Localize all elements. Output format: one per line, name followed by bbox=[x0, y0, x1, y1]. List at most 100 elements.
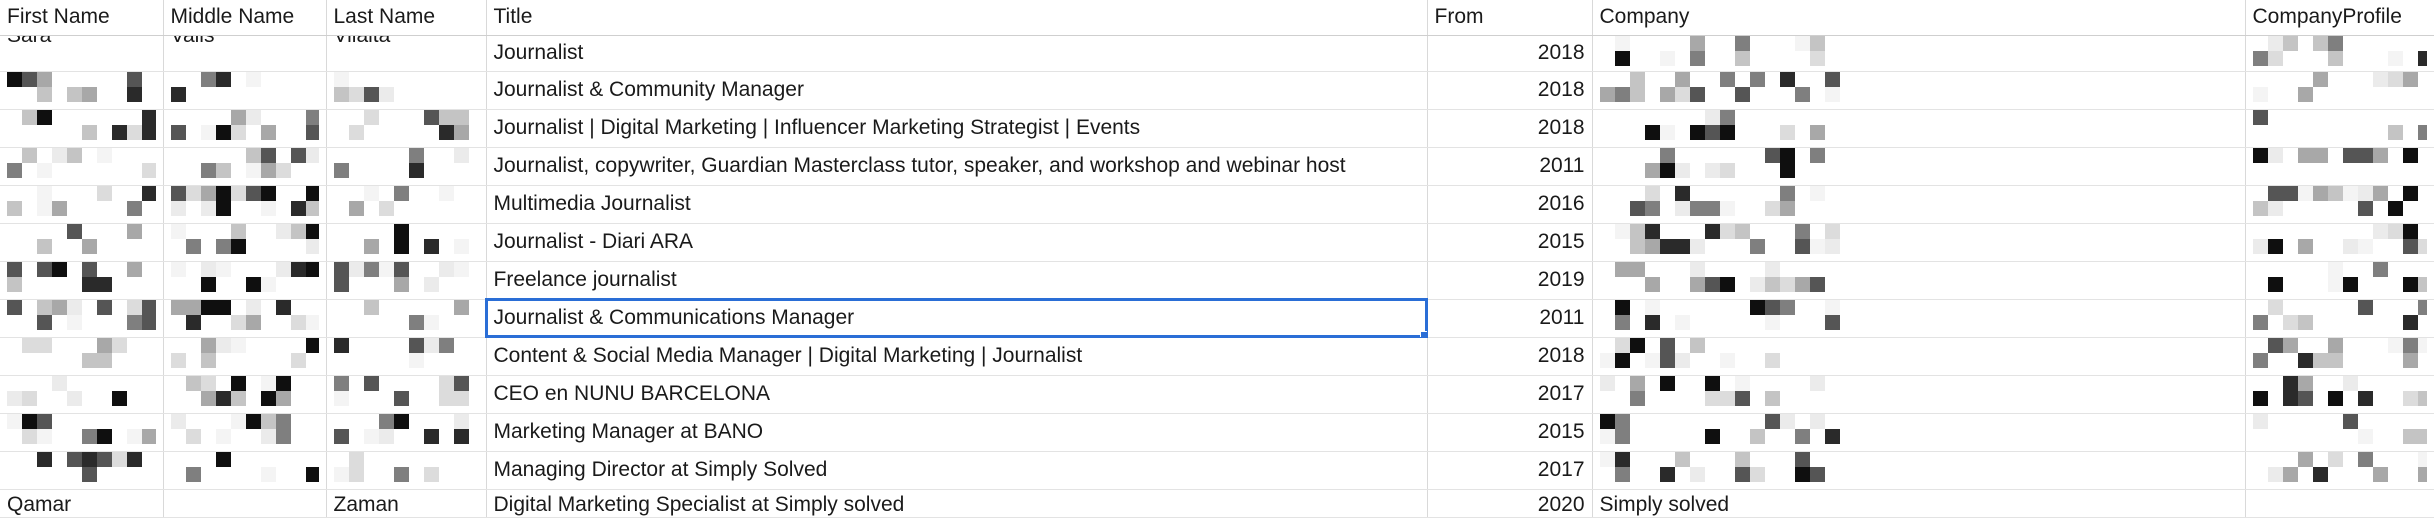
cell-first-name[interactable] bbox=[0, 223, 164, 262]
cell-company-profile[interactable] bbox=[2245, 71, 2434, 110]
column-header-last-name[interactable]: Last Name bbox=[326, 0, 487, 36]
cell-title[interactable]: Journalist - Diari ARA bbox=[486, 223, 1428, 262]
cell-from[interactable]: 2017 bbox=[1427, 451, 1593, 490]
cell-company-profile[interactable] bbox=[2245, 337, 2434, 376]
cell-title[interactable]: Marketing Manager at BANO bbox=[486, 413, 1428, 452]
cell-last-name[interactable] bbox=[326, 185, 487, 224]
cell-last-name[interactable] bbox=[326, 375, 487, 414]
cell-from[interactable]: 2015 bbox=[1427, 413, 1593, 452]
cell-from[interactable]: 2011 bbox=[1427, 147, 1593, 186]
cell-company[interactable] bbox=[1592, 35, 2246, 72]
cell-last-name[interactable] bbox=[326, 337, 487, 376]
cell-company[interactable] bbox=[1592, 109, 2246, 148]
cell-middle-name[interactable] bbox=[163, 109, 327, 148]
cell-title[interactable]: Multimedia Journalist bbox=[486, 185, 1428, 224]
cell-company[interactable] bbox=[1592, 451, 2246, 490]
cell-company[interactable]: Simply solved bbox=[1592, 489, 2246, 518]
column-header-first-name[interactable]: First Name bbox=[0, 0, 164, 36]
cell-first-name[interactable] bbox=[0, 71, 164, 110]
cell-last-name[interactable] bbox=[326, 451, 487, 490]
cell-company-profile[interactable] bbox=[2245, 375, 2434, 414]
cell-title[interactable]: Journalist, copywriter, Guardian Masterc… bbox=[486, 147, 1428, 186]
cell-last-name[interactable] bbox=[326, 413, 487, 452]
column-header-company-profile[interactable]: CompanyProfile bbox=[2245, 0, 2434, 36]
cell-middle-name[interactable] bbox=[163, 147, 327, 186]
cell-title[interactable]: Journalist | Digital Marketing | Influen… bbox=[486, 109, 1428, 148]
cell-company[interactable] bbox=[1592, 71, 2246, 110]
cell-first-name[interactable] bbox=[0, 185, 164, 224]
cell-company-profile[interactable] bbox=[2245, 413, 2434, 452]
cell-from[interactable]: 2020 bbox=[1427, 489, 1593, 518]
cell-middle-name[interactable] bbox=[163, 299, 327, 338]
cell-company[interactable] bbox=[1592, 337, 2246, 376]
cell-middle-name[interactable] bbox=[163, 261, 327, 300]
cell-company[interactable] bbox=[1592, 375, 2246, 414]
cell-first-name[interactable]: Qamar bbox=[0, 489, 164, 518]
cell-company-profile[interactable] bbox=[2245, 223, 2434, 262]
column-header-company[interactable]: Company bbox=[1592, 0, 2246, 36]
column-header-title[interactable]: Title bbox=[486, 0, 1428, 36]
cell-first-name[interactable] bbox=[0, 337, 164, 376]
cell-last-name[interactable] bbox=[326, 223, 487, 262]
cell-company[interactable] bbox=[1592, 147, 2246, 186]
cell-first-name[interactable] bbox=[0, 413, 164, 452]
cell-company[interactable] bbox=[1592, 299, 2246, 338]
cell-first-name[interactable] bbox=[0, 261, 164, 300]
cell-company-profile[interactable] bbox=[2245, 299, 2434, 338]
cell-first-name[interactable] bbox=[0, 375, 164, 414]
column-header-middle-name[interactable]: Middle Name bbox=[163, 0, 327, 36]
cell-first-name[interactable] bbox=[0, 451, 164, 490]
cell-last-name[interactable] bbox=[326, 71, 487, 110]
cell-company[interactable] bbox=[1592, 223, 2246, 262]
cell-company-profile[interactable] bbox=[2245, 147, 2434, 186]
cell-first-name[interactable] bbox=[0, 299, 164, 338]
cell-title[interactable]: Digital Marketing Specialist at Simply s… bbox=[486, 489, 1428, 518]
cell-company[interactable] bbox=[1592, 413, 2246, 452]
cell-from[interactable]: 2018 bbox=[1427, 109, 1593, 148]
cell-from[interactable]: 2011 bbox=[1427, 299, 1593, 338]
cell-from[interactable]: 2018 bbox=[1427, 337, 1593, 376]
cell-first-name[interactable] bbox=[0, 147, 164, 186]
cell-last-name[interactable] bbox=[326, 109, 487, 148]
cell-title[interactable]: Content & Social Media Manager | Digital… bbox=[486, 337, 1428, 376]
cell-middle-name[interactable] bbox=[163, 223, 327, 262]
column-header-from[interactable]: From bbox=[1427, 0, 1593, 36]
fill-handle[interactable] bbox=[1419, 330, 1426, 336]
cell-first-name[interactable]: Sara bbox=[0, 35, 164, 72]
cell-last-name[interactable]: Zaman bbox=[326, 489, 487, 518]
cell-from[interactable]: 2015 bbox=[1427, 223, 1593, 262]
cell-middle-name[interactable] bbox=[163, 71, 327, 110]
cell-company[interactable] bbox=[1592, 185, 2246, 224]
cell-title[interactable]: Managing Director at Simply Solved bbox=[486, 451, 1428, 490]
cell-company[interactable] bbox=[1592, 261, 2246, 300]
cell-from[interactable]: 2017 bbox=[1427, 375, 1593, 414]
cell-middle-name[interactable] bbox=[163, 451, 327, 490]
cell-middle-name[interactable] bbox=[163, 185, 327, 224]
cell-title[interactable]: Journalist & Community Manager bbox=[486, 71, 1428, 110]
cell-middle-name[interactable]: Valls bbox=[163, 35, 327, 72]
cell-from[interactable]: 2019 bbox=[1427, 261, 1593, 300]
redaction-mosaic bbox=[2252, 109, 2427, 147]
cell-last-name[interactable] bbox=[326, 147, 487, 186]
cell-first-name[interactable] bbox=[0, 109, 164, 148]
cell-middle-name[interactable] bbox=[163, 337, 327, 376]
cell-from[interactable]: 2016 bbox=[1427, 185, 1593, 224]
cell-from[interactable]: 2018 bbox=[1427, 71, 1593, 110]
cell-title-selected[interactable]: Journalist & Communications Manager bbox=[485, 298, 1428, 338]
cell-title[interactable]: Journalist bbox=[486, 35, 1428, 72]
cell-last-name[interactable] bbox=[326, 261, 487, 300]
cell-company-profile[interactable] bbox=[2245, 489, 2434, 518]
cell-middle-name[interactable] bbox=[163, 489, 327, 518]
cell-from[interactable]: 2018 bbox=[1427, 35, 1593, 72]
cell-middle-name[interactable] bbox=[163, 413, 327, 452]
cell-last-name[interactable]: Vilalta bbox=[326, 35, 487, 72]
cell-company-profile[interactable] bbox=[2245, 261, 2434, 300]
cell-last-name[interactable] bbox=[326, 299, 487, 338]
cell-company-profile[interactable] bbox=[2245, 185, 2434, 224]
cell-title[interactable]: Freelance journalist bbox=[486, 261, 1428, 300]
cell-company-profile[interactable] bbox=[2245, 451, 2434, 490]
cell-company-profile[interactable] bbox=[2245, 109, 2434, 148]
cell-middle-name[interactable] bbox=[163, 375, 327, 414]
cell-company-profile[interactable] bbox=[2245, 35, 2434, 72]
cell-title[interactable]: CEO en NUNU BARCELONA bbox=[486, 375, 1428, 414]
